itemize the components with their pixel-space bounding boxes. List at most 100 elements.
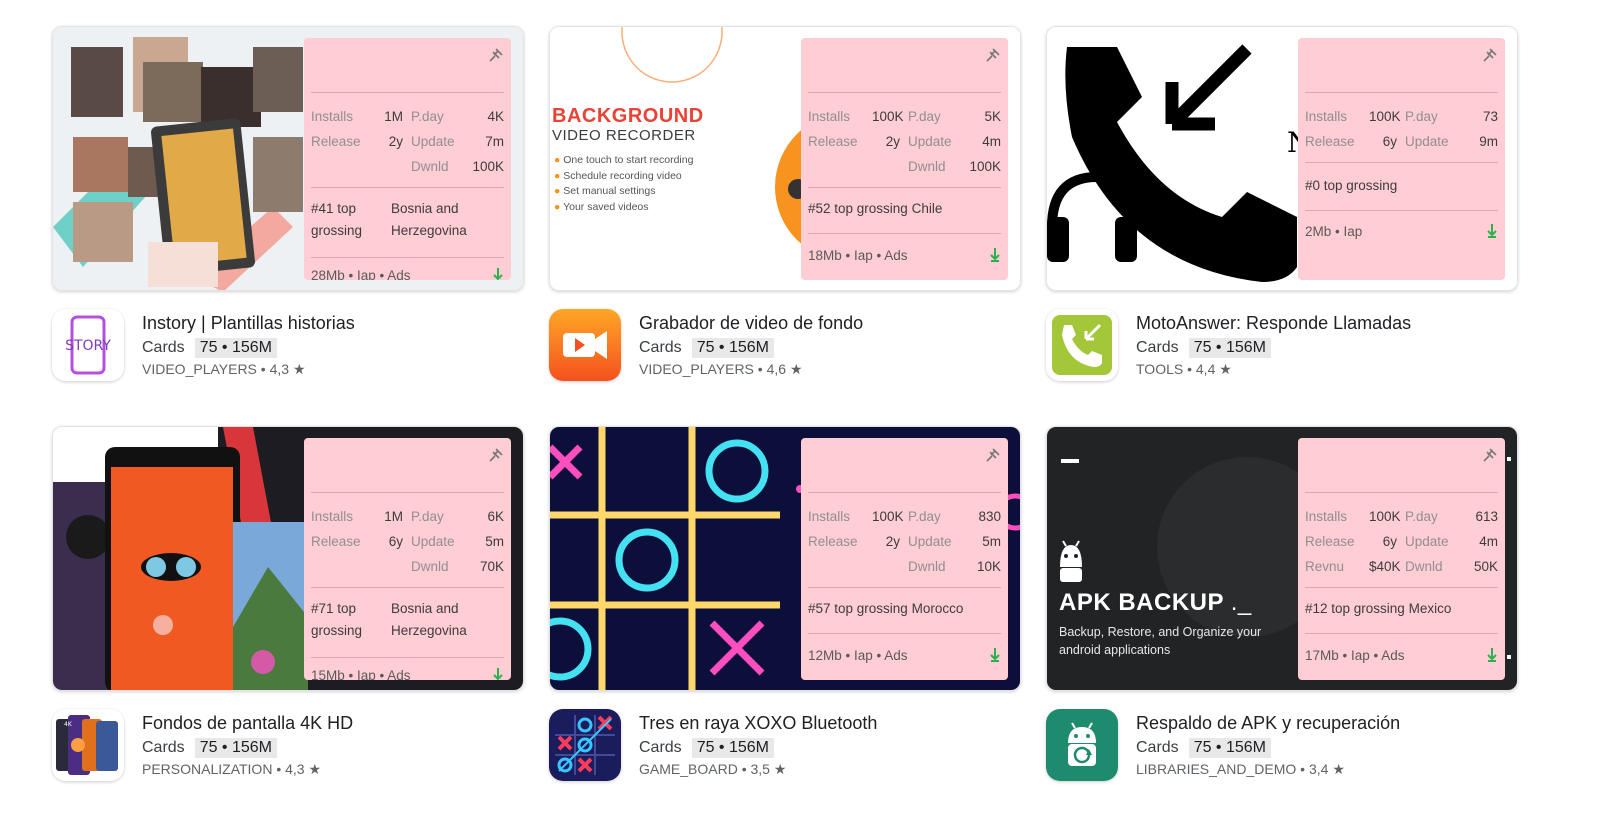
update-label: Update — [411, 134, 455, 149]
phone-answer-icon[interactable] — [1046, 309, 1118, 381]
overlay-divider — [808, 233, 1001, 234]
overlay-divider — [311, 492, 504, 493]
release-label: Release — [311, 534, 361, 549]
dwnld-label: Dwnld — [411, 159, 449, 174]
download-icon[interactable] — [1486, 223, 1498, 239]
stats-table: Installs 100K P.day 73 Release 6y Update 9m — [1305, 104, 1498, 154]
pin-icon[interactable] — [1481, 446, 1499, 464]
category-rating: GAME_BOARD • 3,5 ★ — [639, 761, 787, 777]
revenue-label: Revnu — [1305, 559, 1345, 574]
dwnld-label: Dwnld — [411, 559, 449, 574]
rating: 4,3 ★ — [285, 761, 322, 777]
app-card[interactable]: BACKGROUND VIDEO RECORDER ● One touch to… — [549, 26, 1021, 397]
tic-tac-toe-icon[interactable] — [549, 709, 621, 781]
app-title[interactable]: Instory | Plantillas historias — [142, 313, 355, 334]
cards-badge: 75 • 156M — [1188, 338, 1271, 358]
overlay-divider — [1305, 92, 1498, 93]
overlay-footer: 15Mb • Iap • Ads — [311, 667, 504, 680]
pin-icon[interactable] — [487, 446, 505, 464]
release-value: 6y — [388, 534, 403, 549]
app-card[interactable]: Installs 1M P.day 6K Release 6y Update 5m Dwnl… — [52, 426, 524, 797]
rank-country: Bosnia and Herzegovina — [391, 201, 467, 238]
rating: 3,5 ★ — [750, 761, 787, 777]
app-card[interactable]: Installs 100K P.day 830 Release 2y Update 5m D… — [549, 426, 1021, 797]
pin-icon[interactable] — [1481, 46, 1499, 64]
download-icon[interactable] — [989, 247, 1001, 263]
overlay-divider — [311, 92, 504, 93]
video-camera-icon[interactable] — [549, 309, 621, 381]
app-banner[interactable]: Installs 100K P.day 830 Release 2y Update 5m D… — [549, 426, 1021, 691]
bullet-text: Your saved videos — [563, 200, 649, 213]
stats-overlay: Installs 1M P.day 6K Release 6y Update 5m Dwnl… — [304, 438, 511, 680]
category: LIBRARIES_AND_DEMO — [1136, 761, 1297, 777]
banner-bullets: ● One touch to start recording ● Schedul… — [554, 154, 694, 213]
cards-badge: 75 • 156M — [194, 338, 277, 358]
pin-icon[interactable] — [984, 446, 1002, 464]
app-banner[interactable]: N Installs100KP.day73 Release6yUpdate9m … — [1046, 26, 1518, 291]
rank-text: #41 top grossing — [311, 201, 363, 238]
pday-value: 6K — [487, 509, 504, 524]
app-banner[interactable]: Installs 1M P.day 4K Release 2y Update 7m Dwnl… — [52, 26, 524, 291]
android-backup-icon[interactable] — [1046, 709, 1118, 781]
dwnld-value: 10K — [976, 559, 1001, 574]
grossing-rank: #41 top grossing Bosnia and Herzegovina — [311, 198, 504, 242]
app-card[interactable]: Installs 1M P.day 4K Release 2y Update 7m Dwnl… — [52, 26, 524, 397]
pday-value: 5K — [984, 109, 1001, 124]
stats-overlay: Installs 100K P.day 5K Release 2y Update 4m Dw… — [801, 38, 1008, 280]
download-icon[interactable] — [1486, 647, 1498, 663]
overlay-divider — [1305, 587, 1498, 588]
overlay-divider — [1305, 633, 1498, 634]
release-value: 6y — [1382, 534, 1397, 549]
wallpaper-icon[interactable]: 4K — [52, 709, 124, 781]
dwnld-label: Dwnld — [908, 559, 946, 574]
update-value: 5m — [982, 534, 1001, 549]
release-value: 2y — [885, 534, 900, 549]
cards-label: Cards — [1136, 739, 1179, 756]
size-iap-ads: 28Mb • Iap • Ads — [311, 267, 411, 281]
app-card[interactable]: APK BACKUP ._ Backup, Restore, and Organ… — [1046, 426, 1518, 797]
installs-label: Installs — [808, 109, 851, 124]
pday-value: 830 — [978, 509, 1001, 524]
rating: 4,4 ★ — [1195, 361, 1232, 377]
category: VIDEO_PLAYERS — [639, 361, 754, 377]
download-icon[interactable] — [492, 267, 504, 280]
release-label: Release — [808, 534, 858, 549]
cards-label: Cards — [1136, 339, 1179, 356]
overlay-divider — [1305, 210, 1498, 211]
category-rating: LIBRARIES_AND_DEMO • 3,4 ★ — [1136, 761, 1345, 777]
cards-row: Cards 75 • 156M — [142, 738, 277, 758]
app-card[interactable]: N Installs100KP.day73 Release6yUpdate9m … — [1046, 26, 1518, 397]
app-title[interactable]: Fondos de pantalla 4K HD — [142, 713, 353, 734]
grossing-rank: #52 top grossing Chile — [808, 201, 943, 216]
overlay-footer: 17Mb • Iap • Ads — [1305, 647, 1498, 663]
pin-icon[interactable] — [487, 46, 505, 64]
category-rating: VIDEO_PLAYERS • 4,3 ★ — [142, 361, 306, 377]
download-icon[interactable] — [492, 667, 504, 680]
installs-value: 100K — [1369, 109, 1401, 124]
release-value: 6y — [1382, 134, 1397, 149]
overlay-divider — [311, 187, 504, 188]
overlay-footer: 18Mb • Iap • Ads — [808, 247, 1001, 263]
dwnld-value: 100K — [472, 159, 504, 174]
app-title[interactable]: Tres en raya XOXO Bluetooth — [639, 713, 877, 734]
release-label: Release — [1305, 134, 1355, 149]
size-iap: 2Mb • Iap — [1305, 223, 1363, 239]
app-banner[interactable]: APK BACKUP ._ Backup, Restore, and Organ… — [1046, 426, 1518, 691]
stats-overlay: Installs 1M P.day 4K Release 2y Update 7m Dwnl… — [304, 38, 511, 280]
pin-icon[interactable] — [984, 46, 1002, 64]
revenue-value: $40K — [1369, 559, 1401, 574]
app-title[interactable]: Respaldo de APK y recuperación — [1136, 713, 1400, 734]
rating: 4,3 ★ — [269, 361, 306, 377]
app-banner[interactable]: BACKGROUND VIDEO RECORDER ● One touch to… — [549, 26, 1021, 291]
pday-label: P.day — [411, 109, 444, 124]
cards-row: Cards 75 • 156M — [1136, 338, 1271, 358]
installs-label: Installs — [1305, 509, 1348, 524]
story-icon[interactable]: STORY — [52, 309, 124, 381]
download-icon[interactable] — [989, 647, 1001, 663]
banner-heading: BACKGROUND — [552, 105, 704, 127]
banner-subheading: VIDEO RECORDER — [552, 127, 696, 144]
app-title[interactable]: MotoAnswer: Responde Llamadas — [1136, 313, 1411, 334]
banner-subtitle: Backup, Restore, and Organize your andro… — [1059, 625, 1262, 657]
app-banner[interactable]: Installs 1M P.day 6K Release 6y Update 5m Dwnl… — [52, 426, 524, 691]
app-title[interactable]: Grabador de video de fondo — [639, 313, 863, 334]
